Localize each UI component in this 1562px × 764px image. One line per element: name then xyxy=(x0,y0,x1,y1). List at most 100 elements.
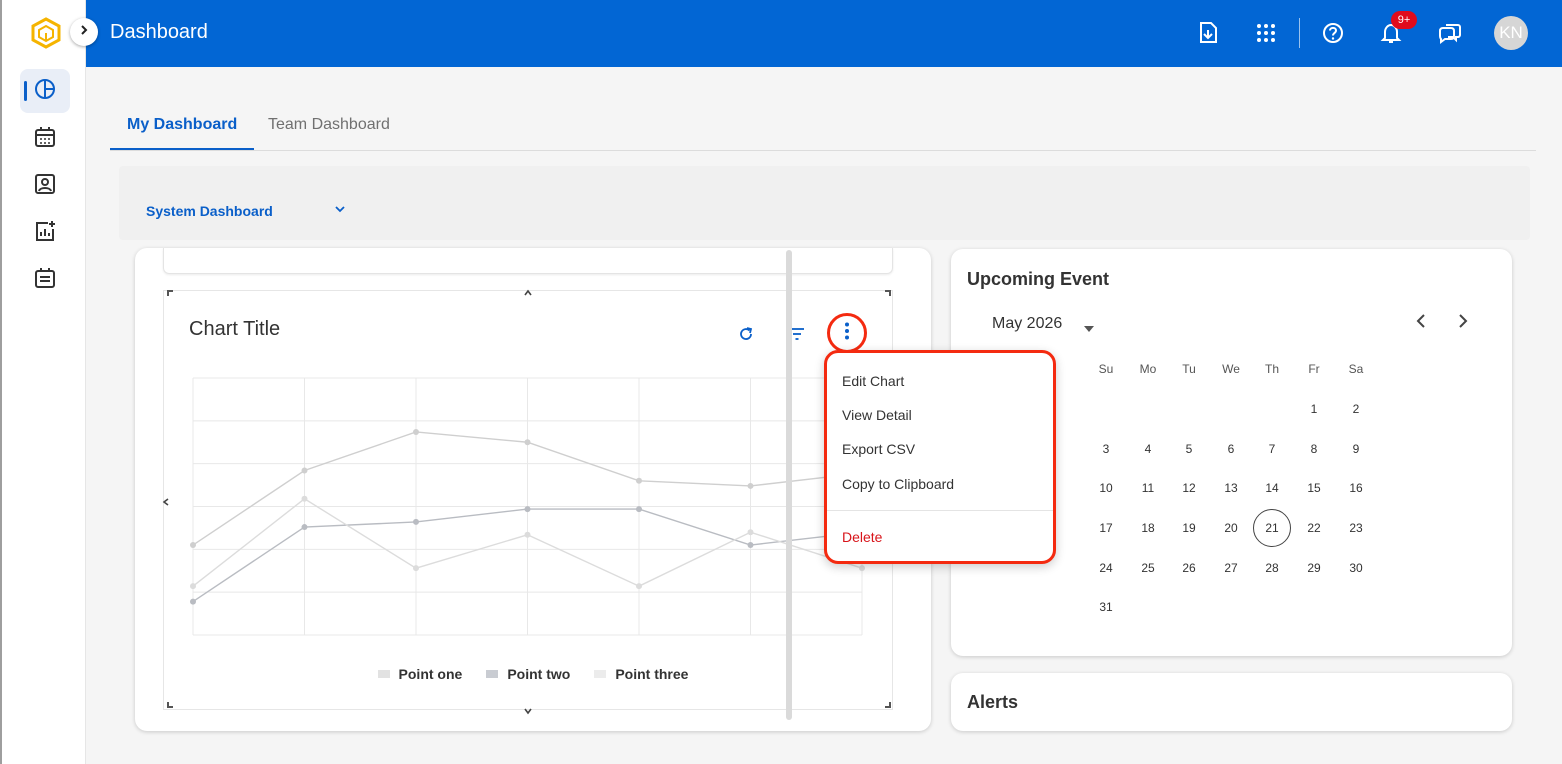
legend-label: Point three xyxy=(615,666,689,682)
calendar-day[interactable]: 2 xyxy=(1337,390,1375,428)
calendar-day[interactable]: 17 xyxy=(1087,509,1125,547)
add-report-icon xyxy=(34,220,56,247)
chart-legend: Point one Point two Point three xyxy=(135,666,931,682)
dashboard-pie-icon xyxy=(33,77,57,106)
data-point xyxy=(859,565,865,572)
data-point xyxy=(636,506,642,513)
data-point xyxy=(524,506,531,513)
menu-item-copy-clipboard[interactable]: Copy to Clipboard xyxy=(842,476,954,492)
calendar-prev-button[interactable] xyxy=(1411,313,1431,333)
line-chart xyxy=(190,377,865,636)
calendar-day[interactable]: 27 xyxy=(1212,549,1250,587)
calendar-day[interactable]: 18 xyxy=(1129,509,1167,547)
data-point xyxy=(636,477,642,484)
calendar-day[interactable]: 10 xyxy=(1087,469,1125,507)
calendar-day[interactable]: 29 xyxy=(1295,549,1333,587)
calendar-day[interactable]: 23 xyxy=(1337,509,1375,547)
dashboard-tabs: My Dashboard Team Dashboard xyxy=(110,104,1536,151)
calendar-month-label[interactable]: May 2026 xyxy=(992,315,1062,333)
calendar-next-button[interactable] xyxy=(1453,313,1473,333)
calendar-day[interactable]: 4 xyxy=(1129,430,1167,468)
dashboard-filter-panel: System Dashboard xyxy=(119,166,1530,240)
calendar-day[interactable]: 7 xyxy=(1253,430,1291,468)
download-file-icon[interactable] xyxy=(1194,19,1222,47)
contact-card-icon xyxy=(34,173,56,200)
chevron-down-icon[interactable] xyxy=(334,202,346,220)
tab-team-dashboard[interactable]: Team Dashboard xyxy=(251,104,407,150)
calendar-day[interactable]: 31 xyxy=(1087,588,1125,626)
legend-label: Point one xyxy=(398,666,463,682)
apps-grid-icon[interactable] xyxy=(1252,19,1280,47)
weekday-header: Tu xyxy=(1182,362,1196,376)
calendar-day[interactable]: 8 xyxy=(1295,430,1333,468)
data-point xyxy=(636,583,642,590)
menu-item-export-csv[interactable]: Export CSV xyxy=(842,441,915,457)
sidebar-item-reports[interactable] xyxy=(20,211,70,255)
calendar-day[interactable]: 9 xyxy=(1337,430,1375,468)
legend-item[interactable]: Point two xyxy=(486,666,570,682)
alerts-card: Alerts xyxy=(951,673,1512,731)
legend-swatch xyxy=(594,670,607,678)
data-point xyxy=(413,518,419,525)
calendar-day[interactable]: 26 xyxy=(1170,549,1208,587)
document-list-icon xyxy=(34,267,56,294)
chart-options-menu: Edit Chart View Detail Export CSV Copy t… xyxy=(824,350,1056,564)
expand-sidebar-button[interactable] xyxy=(70,18,98,46)
calendar-day[interactable]: 14 xyxy=(1253,469,1291,507)
top-header: Dashboard 9+ KN xyxy=(86,0,1562,67)
dashboard-select[interactable]: System Dashboard xyxy=(146,203,273,219)
legend-item[interactable]: Point one xyxy=(377,666,463,682)
calendar-day[interactable]: 6 xyxy=(1212,430,1250,468)
app-logo[interactable] xyxy=(30,17,62,49)
weekday-header: Mo xyxy=(1139,362,1157,376)
menu-item-edit-chart[interactable]: Edit Chart xyxy=(842,373,904,389)
tab-my-dashboard[interactable]: My Dashboard xyxy=(110,104,255,150)
sidebar-item-dashboard[interactable] xyxy=(20,69,70,113)
chevron-right-icon xyxy=(1458,313,1468,333)
weekday-header: We xyxy=(1222,362,1240,376)
notification-badge: 9+ xyxy=(1391,11,1417,29)
data-point xyxy=(747,482,754,489)
chart-card: Chart Title Point one Point two Point th… xyxy=(135,248,931,731)
calendar-day[interactable]: 19 xyxy=(1170,509,1208,547)
calendar-day[interactable]: 15 xyxy=(1295,469,1333,507)
calendar-day[interactable]: 24 xyxy=(1087,549,1125,587)
menu-item-view-detail[interactable]: View Detail xyxy=(842,407,912,423)
calendar-day[interactable]: 5 xyxy=(1170,430,1208,468)
data-point xyxy=(190,542,196,549)
weekday-header: Th xyxy=(1264,362,1279,376)
calendar-day[interactable]: 13 xyxy=(1212,469,1250,507)
calendar-day-today[interactable]: 21 xyxy=(1253,509,1291,547)
data-point xyxy=(747,529,754,536)
data-point xyxy=(524,531,531,538)
sidebar xyxy=(0,0,86,764)
calendar-day[interactable]: 20 xyxy=(1212,509,1250,547)
calendar-day[interactable]: 22 xyxy=(1295,509,1333,547)
calendar-day[interactable]: 16 xyxy=(1337,469,1375,507)
legend-item[interactable]: Point three xyxy=(594,666,688,682)
calendar-day[interactable]: 11 xyxy=(1129,469,1167,507)
data-point xyxy=(413,565,419,572)
calendar-day[interactable]: 12 xyxy=(1170,469,1208,507)
calendar-day[interactable]: 30 xyxy=(1337,549,1375,587)
user-avatar[interactable]: KN xyxy=(1494,16,1528,50)
chat-icon[interactable] xyxy=(1436,19,1464,47)
weekday-header: Su xyxy=(1098,362,1114,376)
data-point xyxy=(190,583,196,590)
calendar-day[interactable]: 3 xyxy=(1087,430,1125,468)
data-point xyxy=(301,467,308,474)
calendar-day[interactable]: 28 xyxy=(1253,549,1291,587)
sidebar-item-contacts[interactable] xyxy=(20,164,70,208)
weekday-header: Sa xyxy=(1348,362,1364,376)
weekday-header: Fr xyxy=(1308,362,1320,376)
sidebar-item-calendar[interactable] xyxy=(20,117,70,161)
sidebar-item-documents[interactable] xyxy=(20,258,70,302)
calendar-day[interactable]: 25 xyxy=(1129,549,1167,587)
caret-down-icon[interactable] xyxy=(1083,320,1095,338)
calendar-day[interactable]: 1 xyxy=(1295,390,1333,428)
legend-swatch xyxy=(486,670,499,678)
help-icon[interactable] xyxy=(1319,19,1347,47)
content-scrollbar[interactable] xyxy=(786,250,792,720)
data-point xyxy=(301,495,308,502)
menu-item-delete[interactable]: Delete xyxy=(842,529,882,545)
